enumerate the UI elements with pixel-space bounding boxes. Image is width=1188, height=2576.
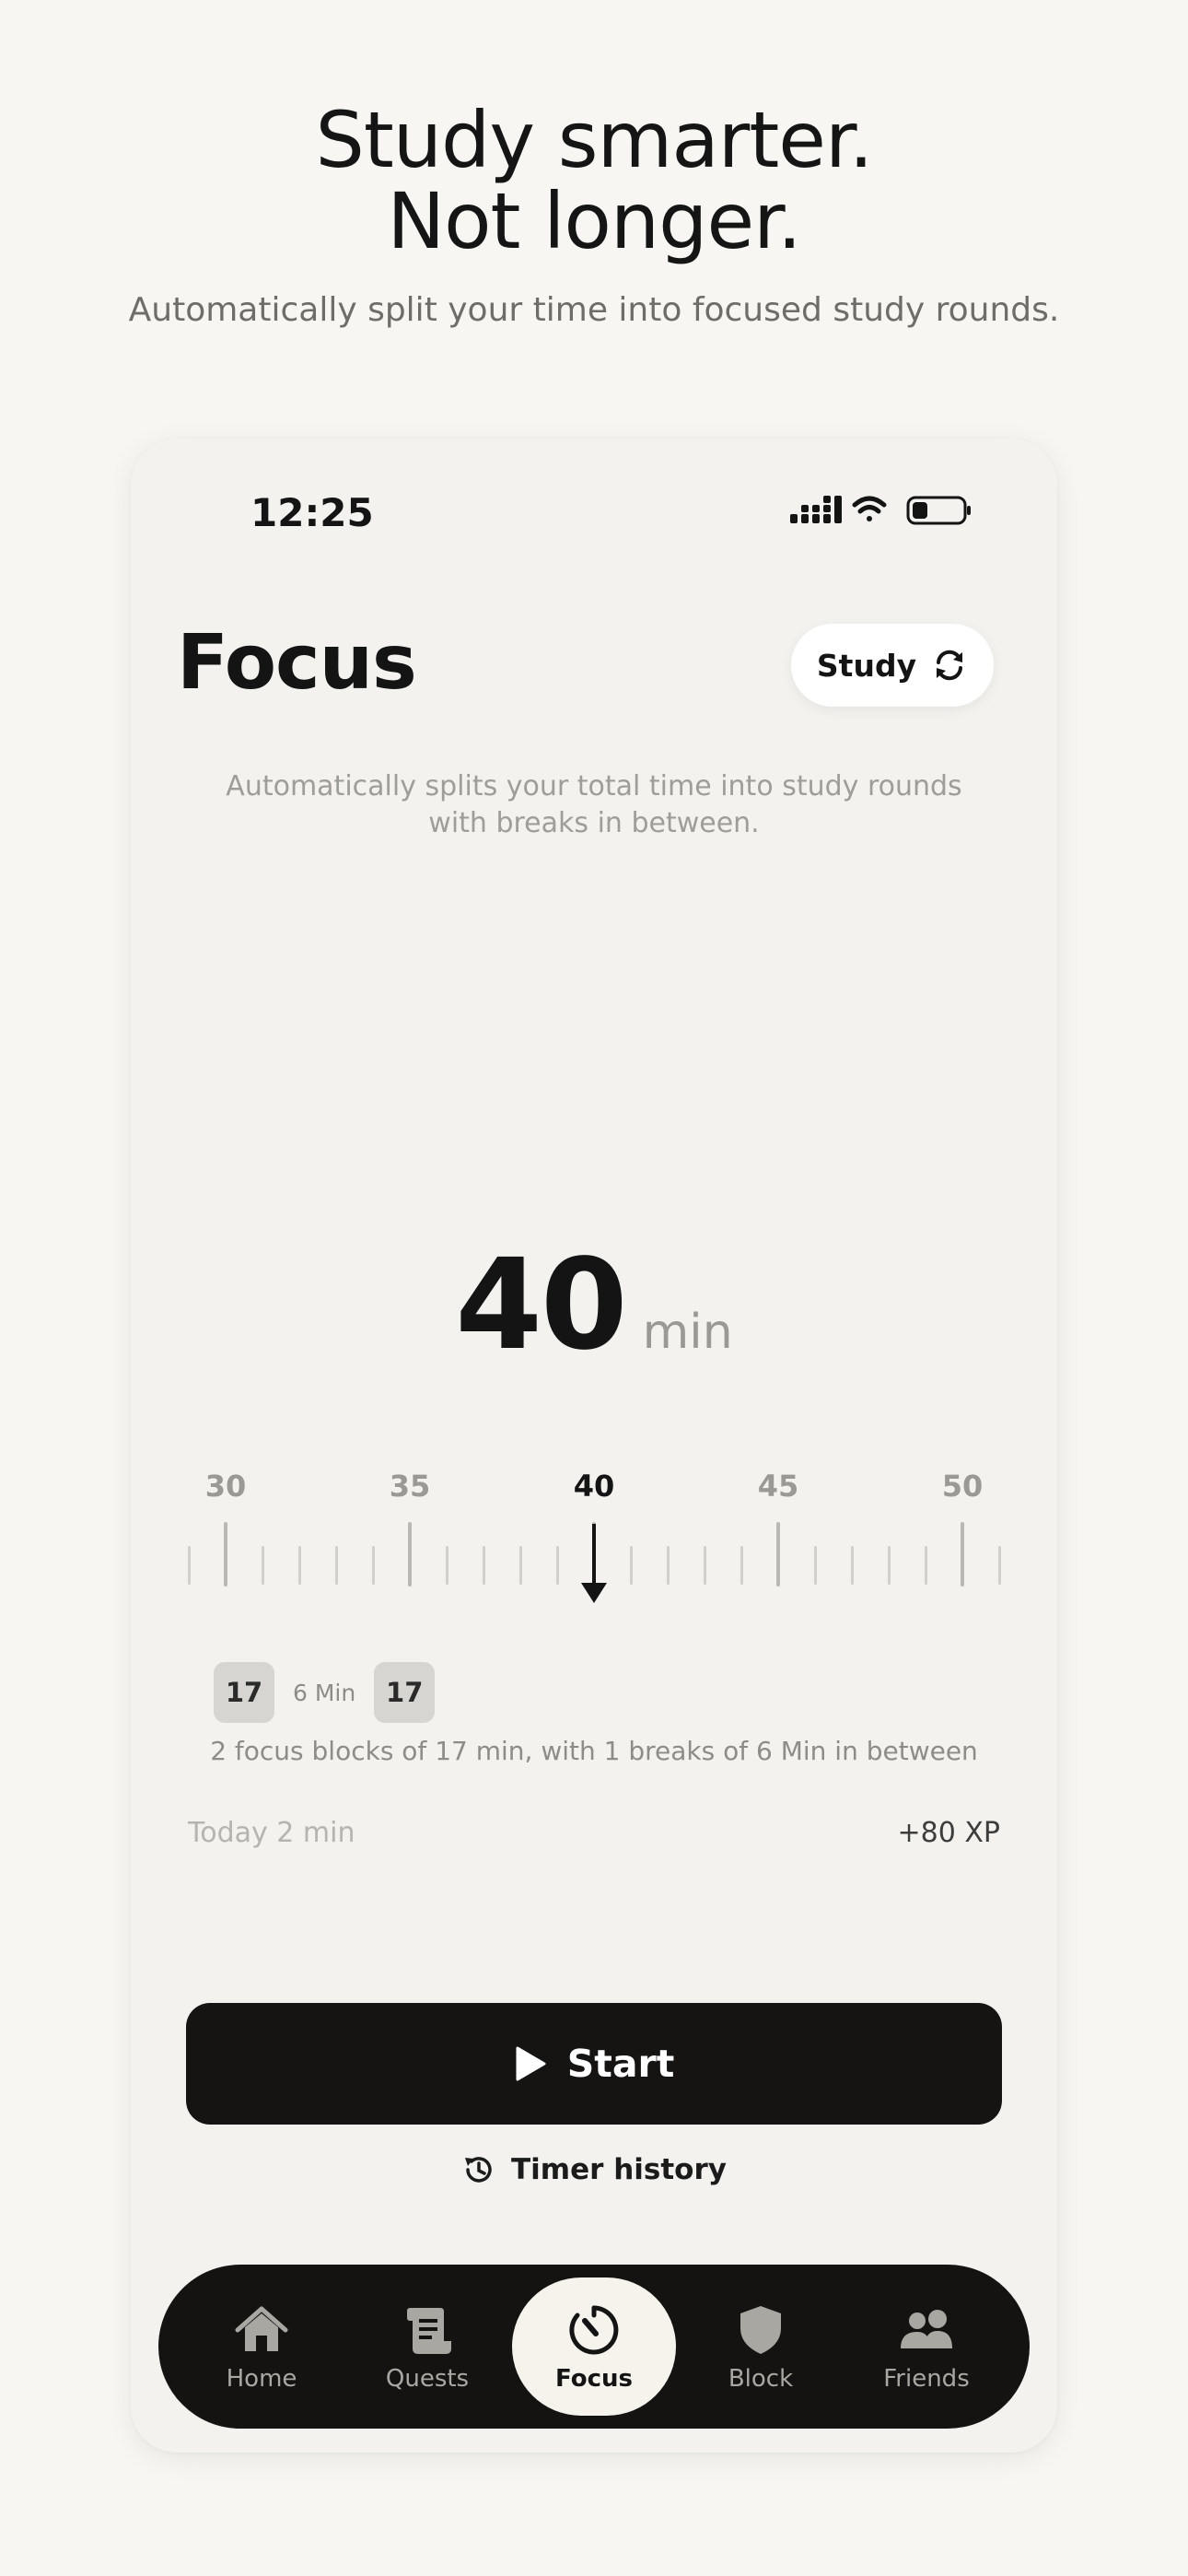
bottom-tab-bar: Home Quests Focus Block Friends: [158, 2265, 1030, 2429]
ruler-major-tick: [961, 1522, 964, 1587]
ruler-tick: [261, 1546, 264, 1585]
ruler-major-tick: [408, 1522, 412, 1587]
marketing-subline: Automatically split your time into focus…: [128, 291, 1060, 329]
tab-home[interactable]: Home: [179, 2265, 344, 2429]
ruler-tick: [187, 1546, 191, 1585]
tab-label: Friends: [883, 2365, 970, 2393]
start-label: Start: [566, 2042, 675, 2086]
status-time: 12:25: [250, 490, 374, 535]
refresh-icon: [937, 650, 963, 681]
history-icon: [465, 2157, 492, 2183]
duration-value: 40: [455, 1233, 627, 1378]
ruler-tick: [703, 1546, 706, 1585]
timer-history-link[interactable]: Timer history: [131, 2152, 1057, 2187]
ruler-tick: [334, 1546, 338, 1585]
tab-quests[interactable]: Quests: [344, 2265, 510, 2429]
focus-description: Automatically splits your total time int…: [226, 770, 962, 839]
tab-friends[interactable]: Friends: [844, 2265, 1009, 2429]
ruler-label: 50: [941, 1469, 984, 1504]
ruler-tick: [924, 1546, 927, 1585]
marketing-headline: Study smarter. Not longer.: [0, 100, 1188, 262]
ruler-tick: [850, 1546, 854, 1585]
scroll-icon: [407, 2308, 451, 2354]
status-icons: [790, 496, 971, 525]
ruler-label: 40: [573, 1469, 615, 1504]
tab-label: Home: [226, 2365, 297, 2393]
ruler-tick: [740, 1546, 743, 1585]
people-icon: [901, 2310, 952, 2348]
page-title: Focus: [177, 619, 417, 707]
ruler-tick: [371, 1546, 375, 1585]
focus-block-chip: 17: [374, 1662, 436, 1723]
phone-screen: 12:25 Focus Study Automatically splits y…: [131, 439, 1057, 2453]
blocks-summary: 2 focus blocks of 17 min, with 1 breaks …: [210, 1736, 978, 1766]
ruler-label: 45: [757, 1469, 799, 1504]
ruler-tick: [482, 1546, 485, 1585]
timer-history-label: Timer history: [511, 2153, 727, 2186]
tab-focus[interactable]: Focus: [512, 2277, 676, 2416]
start-button[interactable]: Start: [186, 2003, 1002, 2125]
wifi-icon: [852, 496, 887, 521]
home-icon: [235, 2306, 288, 2351]
mode-label: Study: [816, 647, 917, 684]
tab-label: Block: [728, 2365, 794, 2393]
duration-unit: min: [642, 1305, 733, 1360]
today-total: Today 2 min: [188, 1817, 355, 1849]
headline-line-1: Study smarter.: [315, 95, 874, 185]
timer-icon: [569, 2305, 619, 2355]
ruler-major-tick: [224, 1522, 227, 1587]
duration-display: 40 min: [131, 1233, 1057, 1378]
tab-label: Focus: [555, 2365, 633, 2393]
ruler-tick: [887, 1546, 891, 1585]
play-icon: [516, 2046, 546, 2081]
ruler-tick: [297, 1546, 301, 1585]
ruler-label: 35: [389, 1469, 431, 1504]
ruler-tick: [518, 1546, 522, 1585]
focus-blocks: 17 6 Min 17: [214, 1662, 436, 1723]
tab-block[interactable]: Block: [678, 2265, 844, 2429]
signal-icon: [790, 496, 842, 523]
break-chip: 6 Min: [293, 1679, 356, 1706]
ruler-tick: [813, 1546, 817, 1585]
ruler-tick: [445, 1546, 448, 1585]
ruler-pointer-icon: [581, 1524, 607, 1603]
battery-icon: [906, 496, 971, 525]
ruler-tick: [997, 1546, 1001, 1585]
focus-block-chip: 17: [214, 1662, 274, 1723]
ruler-major-tick: [776, 1522, 780, 1587]
tab-label: Quests: [385, 2365, 470, 2393]
ruler-label: 30: [204, 1469, 247, 1504]
headline-line-2: Not longer.: [387, 176, 801, 266]
ruler-tick: [555, 1546, 559, 1585]
xp-reward: +80 XP: [897, 1817, 1001, 1849]
shield-icon: [740, 2306, 781, 2354]
ruler-tick: [629, 1546, 633, 1585]
mode-toggle-button[interactable]: Study: [791, 624, 994, 707]
ruler-tick: [666, 1546, 670, 1585]
